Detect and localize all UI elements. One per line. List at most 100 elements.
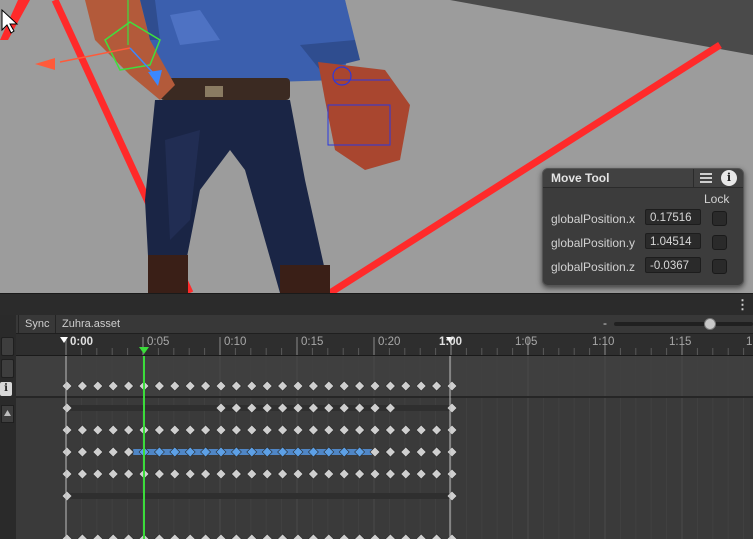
- tick-label: 0:15: [301, 336, 324, 348]
- keyframe: [215, 468, 227, 480]
- keyframe: [246, 402, 258, 414]
- lock-z-checkbox[interactable]: [712, 259, 727, 274]
- keyframe: [415, 533, 427, 539]
- global-position-z-label: globalPosition.z: [551, 260, 636, 274]
- sync-button[interactable]: Sync: [18, 315, 57, 333]
- keyframe: [61, 468, 73, 480]
- keyframe: [354, 446, 366, 458]
- keyframe: [246, 533, 258, 539]
- keyframe: [354, 424, 366, 436]
- global-position-z-field[interactable]: -0.0367: [645, 257, 701, 273]
- keyframe: [354, 468, 366, 480]
- keyframe: [338, 424, 350, 436]
- keyframe: [431, 468, 443, 480]
- keyframe: [369, 424, 381, 436]
- keyframe: [384, 446, 396, 458]
- arrow-up-icon[interactable]: [1, 405, 14, 423]
- timeline-ruler[interactable]: 0:00 0:05 0:10 0:15 0:20 1:00 1:05 1:10 …: [16, 334, 753, 356]
- keyframe: [384, 533, 396, 539]
- scene-viewport[interactable]: Move Tool i Lock globalPosition.x 0.1751…: [0, 0, 753, 293]
- more-options-icon[interactable]: ⋮: [736, 297, 749, 313]
- keyframe: [92, 446, 104, 458]
- move-tool-header: Move Tool i: [543, 169, 743, 188]
- hamburger-menu-icon[interactable]: [693, 169, 718, 187]
- keyframe: [415, 446, 427, 458]
- keyframe: [261, 468, 273, 480]
- keyframe: [323, 424, 335, 436]
- keyframe: [107, 424, 119, 436]
- tick-label: 1:: [746, 336, 753, 348]
- keyframe: [292, 402, 304, 414]
- keyframe: [277, 446, 289, 458]
- info-icon[interactable]: i: [0, 382, 12, 396]
- keyframe: [446, 424, 458, 436]
- keyframe: [400, 468, 412, 480]
- tick-label: 0:20: [378, 336, 401, 348]
- global-position-y-field[interactable]: 1.04514: [645, 233, 701, 249]
- global-position-y-label: globalPosition.y: [551, 236, 636, 250]
- start-marker: [60, 337, 68, 343]
- keyframe: [338, 402, 350, 414]
- keyframe: [61, 424, 73, 436]
- keyframe: [184, 533, 196, 539]
- keyframe: [200, 424, 212, 436]
- keyframe: [338, 446, 350, 458]
- keyframe: [369, 446, 381, 458]
- tick-label: 1:00: [439, 336, 463, 348]
- side-button-1[interactable]: [1, 337, 14, 356]
- keyframe: [292, 446, 304, 458]
- keyframe: [123, 533, 135, 539]
- keyframe: [323, 402, 335, 414]
- global-position-x-field[interactable]: 0.17516: [645, 209, 701, 225]
- keyframe: [323, 446, 335, 458]
- keyframe: [169, 424, 181, 436]
- keyframe: [400, 424, 412, 436]
- keyframe: [230, 402, 242, 414]
- keyframe: [292, 424, 304, 436]
- keyframe: [123, 468, 135, 480]
- keyframe: [261, 446, 273, 458]
- keyframe: [307, 402, 319, 414]
- keyframe: [184, 446, 196, 458]
- keyframe: [446, 446, 458, 458]
- keyframe: [369, 533, 381, 539]
- info-icon[interactable]: i: [721, 170, 737, 186]
- keyframe: [76, 468, 88, 480]
- zoom-out-label: -: [603, 316, 607, 330]
- keyframe: [307, 424, 319, 436]
- dopesheet-tracks[interactable]: [16, 356, 753, 539]
- keyframe: [169, 533, 181, 539]
- keyframe: [246, 468, 258, 480]
- side-button-2[interactable]: [1, 359, 14, 378]
- keyframe: [384, 468, 396, 480]
- keyframe: [307, 446, 319, 458]
- keyframe: [230, 533, 242, 539]
- keyframe: [338, 533, 350, 539]
- keyframe: [384, 424, 396, 436]
- lock-y-checkbox[interactable]: [712, 235, 727, 250]
- keyframe: [200, 446, 212, 458]
- keyframe: [61, 446, 73, 458]
- keyframe: [123, 424, 135, 436]
- keyframe: [169, 468, 181, 480]
- keyframe: [354, 402, 366, 414]
- keyframe: [431, 424, 443, 436]
- global-position-x-label: globalPosition.x: [551, 212, 636, 226]
- keyframe: [323, 468, 335, 480]
- zoom-slider[interactable]: [614, 318, 753, 330]
- keyframe: [446, 490, 458, 502]
- keyframe: [92, 533, 104, 539]
- key-range-bar: [67, 493, 452, 499]
- zoom-slider-handle[interactable]: [704, 318, 716, 330]
- keyframe: [61, 402, 73, 414]
- keyframe: [307, 533, 319, 539]
- keyframe: [400, 533, 412, 539]
- keyframe: [277, 468, 289, 480]
- playhead-marker: [139, 347, 149, 354]
- lock-x-checkbox[interactable]: [712, 211, 727, 226]
- asset-name-label: Zuhra.asset: [62, 318, 121, 330]
- keyframe: [446, 533, 458, 539]
- keyframe: [76, 424, 88, 436]
- keyframe: [153, 424, 165, 436]
- keyframe: [230, 468, 242, 480]
